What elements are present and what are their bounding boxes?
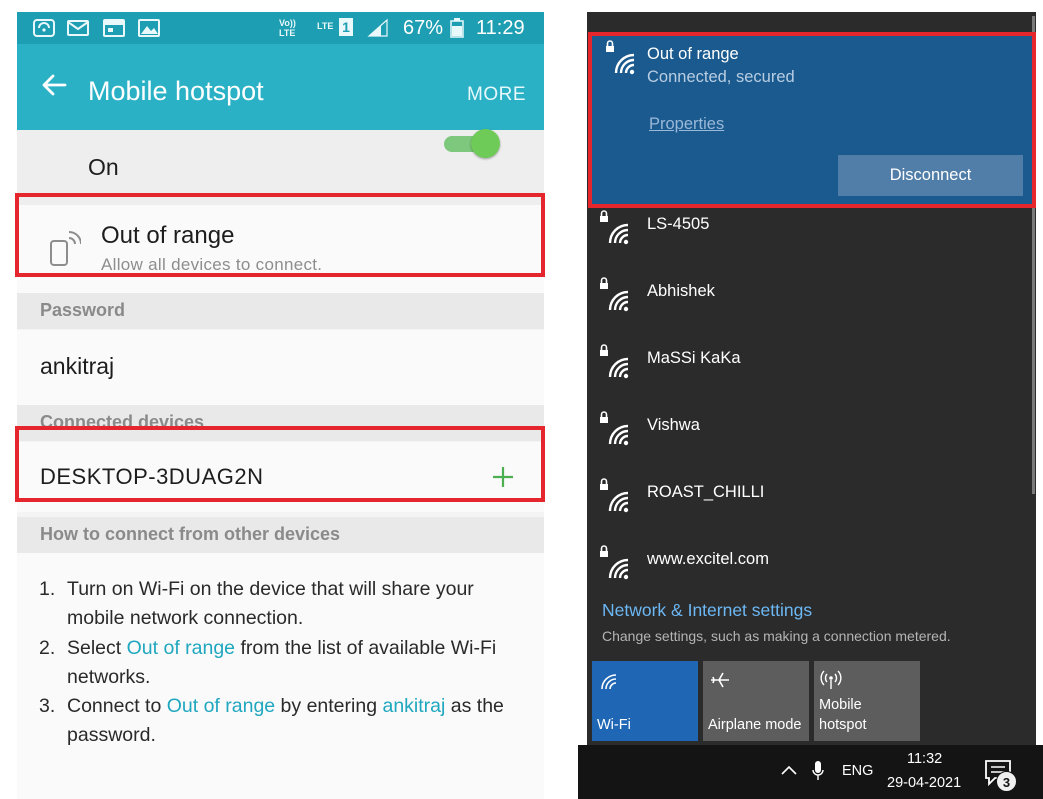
- network-settings-description: Change settings, such as making a connec…: [602, 628, 951, 644]
- hotspot-icon: [820, 670, 842, 689]
- network-name-highlight: Out of range: [166, 695, 276, 717]
- network-name: ROAST_CHILLI: [647, 483, 765, 501]
- notification-count-badge: 3: [996, 771, 1017, 792]
- wifi-icon: [601, 674, 617, 690]
- lte-icon: LTE: [317, 21, 334, 31]
- gallery-icon: [138, 19, 160, 37]
- mobile-hotspot-tile[interactable]: Mobile hotspot: [814, 661, 920, 741]
- howto-header: How to connect from other devices: [17, 517, 544, 553]
- microphone-icon[interactable]: [811, 760, 825, 782]
- tile-label: Mobile hotspot: [819, 697, 867, 733]
- password-row[interactable]: ankitraj: [17, 330, 544, 405]
- network-item[interactable]: MaSSi KaKa: [592, 334, 1022, 394]
- taskbar-time[interactable]: 11:32: [907, 751, 942, 767]
- network-name: Vishwa: [647, 416, 700, 434]
- wifi-secured-icon: [600, 210, 629, 245]
- calendar-icon: [103, 19, 125, 37]
- tile-label: Airplane mode: [708, 717, 802, 733]
- toggle-knob: [471, 129, 500, 158]
- highlight-box-device: [15, 426, 545, 502]
- highlight-box-active-network: [588, 32, 1036, 208]
- chevron-up-icon[interactable]: [780, 762, 798, 780]
- sim-slot-icon: 1: [339, 18, 353, 36]
- airplane-mode-tile[interactable]: Airplane mode: [703, 661, 809, 741]
- password-header: Password: [17, 293, 544, 329]
- instructions: 1. Turn on Wi-Fi on the device that will…: [17, 553, 544, 799]
- wifi-hotspot-icon: [33, 19, 55, 37]
- step-number: 1.: [39, 578, 56, 600]
- highlight-box-hotspot: [15, 193, 545, 277]
- network-name-highlight: Out of range: [126, 637, 236, 659]
- network-item[interactable]: www.excitel.com: [592, 535, 1022, 595]
- password-header-label: Password: [40, 300, 126, 320]
- step-number: 2.: [39, 637, 56, 659]
- instruction-step-2: 2. Select Out of range from the list of …: [39, 634, 519, 692]
- status-bar: Vo)) LTE LTE 1 67% 11:29: [17, 12, 544, 44]
- status-time: 11:29: [476, 17, 525, 39]
- instruction-step-1: 1. Turn on Wi-Fi on the device that will…: [39, 575, 519, 633]
- taskbar-date[interactable]: 29-04-2021: [887, 775, 961, 791]
- network-item[interactable]: Vishwa: [592, 401, 1022, 461]
- password-value: ankitraj: [40, 353, 115, 379]
- instruction-step-3: 3. Connect to Out of range by entering a…: [39, 692, 519, 750]
- network-name: Abhishek: [647, 282, 715, 300]
- step-text: Turn on Wi-Fi on the device that will sh…: [67, 578, 474, 629]
- wifi-secured-icon: [600, 344, 629, 379]
- battery-percent: 67%: [403, 17, 444, 39]
- step-number: 3.: [39, 695, 56, 717]
- network-item[interactable]: ROAST_CHILLI: [592, 468, 1022, 528]
- step-text: Connect to Out of range by entering anki…: [67, 695, 504, 746]
- volte-icon: Vo)) LTE: [279, 18, 296, 38]
- more-button[interactable]: MORE: [467, 83, 526, 107]
- signal-icon: [367, 18, 388, 37]
- airplane-icon: [711, 672, 729, 688]
- tile-label: Wi-Fi: [597, 717, 631, 733]
- network-item[interactable]: LS-4505: [592, 200, 1022, 260]
- network-name: LS-4505: [647, 215, 710, 233]
- network-item[interactable]: Abhishek: [592, 267, 1022, 327]
- app-bar: Mobile hotspot MORE: [17, 44, 544, 130]
- mail-icon: [67, 20, 89, 36]
- network-name: MaSSi KaKa: [647, 349, 741, 367]
- network-name: www.excitel.com: [647, 550, 769, 568]
- wifi-secured-icon: [600, 411, 629, 446]
- step-text: Select Out of range from the list of ava…: [67, 637, 497, 688]
- toggle-label: On: [88, 154, 119, 180]
- page-title: Mobile hotspot: [88, 76, 264, 106]
- wifi-secured-icon: [600, 545, 629, 580]
- hotspot-toggle-switch[interactable]: [444, 129, 500, 158]
- wifi-tile[interactable]: Wi-Fi: [592, 661, 698, 741]
- wifi-secured-icon: [600, 478, 629, 513]
- wifi-secured-icon: [600, 277, 629, 312]
- language-indicator[interactable]: ENG: [842, 763, 873, 779]
- back-arrow-icon[interactable]: [39, 70, 69, 100]
- howto-header-label: How to connect from other devices: [40, 524, 341, 544]
- password-highlight: ankitraj: [382, 695, 446, 717]
- battery-icon: [450, 18, 464, 38]
- network-settings-link[interactable]: Network & Internet settings: [602, 600, 812, 621]
